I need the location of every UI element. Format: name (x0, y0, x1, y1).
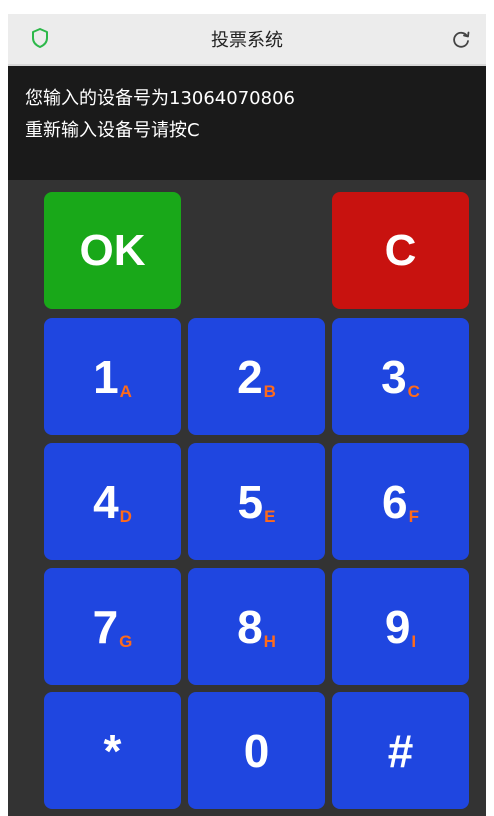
key-digit: 9 (384, 600, 411, 653)
device-number-text: 您输入的设备号为13064070806 (25, 88, 295, 109)
key-digit: 8 (237, 600, 263, 653)
key-letter: G (119, 632, 133, 651)
key-3[interactable]: 3 C (332, 318, 469, 435)
key-letter: E (264, 507, 276, 526)
key-9[interactable]: 9 I (332, 568, 469, 685)
key-digit: 7 (92, 600, 119, 653)
page-title: 投票系统 (211, 30, 283, 51)
refresh-icon[interactable] (450, 28, 472, 50)
key-0[interactable]: 0 (188, 692, 325, 809)
key-4[interactable]: 4 D (44, 443, 181, 560)
key-digit: 0 (243, 724, 270, 777)
key-digit: 4 (93, 475, 119, 528)
key-7[interactable]: 7 G (44, 568, 181, 685)
key-letter: I (411, 632, 417, 651)
key-letter: A (119, 382, 132, 401)
key-digit: # (387, 724, 414, 777)
key-star[interactable]: * (44, 692, 181, 809)
clear-button[interactable]: C (332, 192, 469, 309)
reenter-hint-text: 重新输入设备号请按C (25, 120, 200, 141)
key-hash[interactable]: # (332, 692, 469, 809)
key-digit: 1 (93, 350, 119, 403)
key-6[interactable]: 6 F (332, 443, 469, 560)
key-1[interactable]: 1 A (44, 318, 181, 435)
key-digit: 5 (237, 475, 264, 528)
title-bar: 投票系统 (8, 14, 486, 66)
key-letter: F (408, 507, 419, 526)
key-digit: 2 (237, 350, 263, 403)
ok-label: OK (79, 225, 146, 275)
key-digit: 3 (381, 350, 407, 403)
ok-button[interactable]: OK (44, 192, 181, 309)
key-8[interactable]: 8 H (188, 568, 325, 685)
voting-app: 投票系统 您输入的设备号为13064070806 重新输入设备号请按C OK C… (8, 14, 486, 816)
key-5[interactable]: 5 E (188, 443, 325, 560)
clear-label: C (384, 225, 417, 275)
key-letter: D (119, 507, 132, 526)
key-2[interactable]: 2 B (188, 318, 325, 435)
key-letter: C (407, 382, 420, 401)
key-digit: * (103, 724, 122, 777)
key-letter: H (263, 632, 276, 651)
key-digit: 6 (382, 475, 408, 528)
message-panel: 您输入的设备号为13064070806 重新输入设备号请按C (8, 66, 486, 180)
key-letter: B (263, 382, 276, 401)
